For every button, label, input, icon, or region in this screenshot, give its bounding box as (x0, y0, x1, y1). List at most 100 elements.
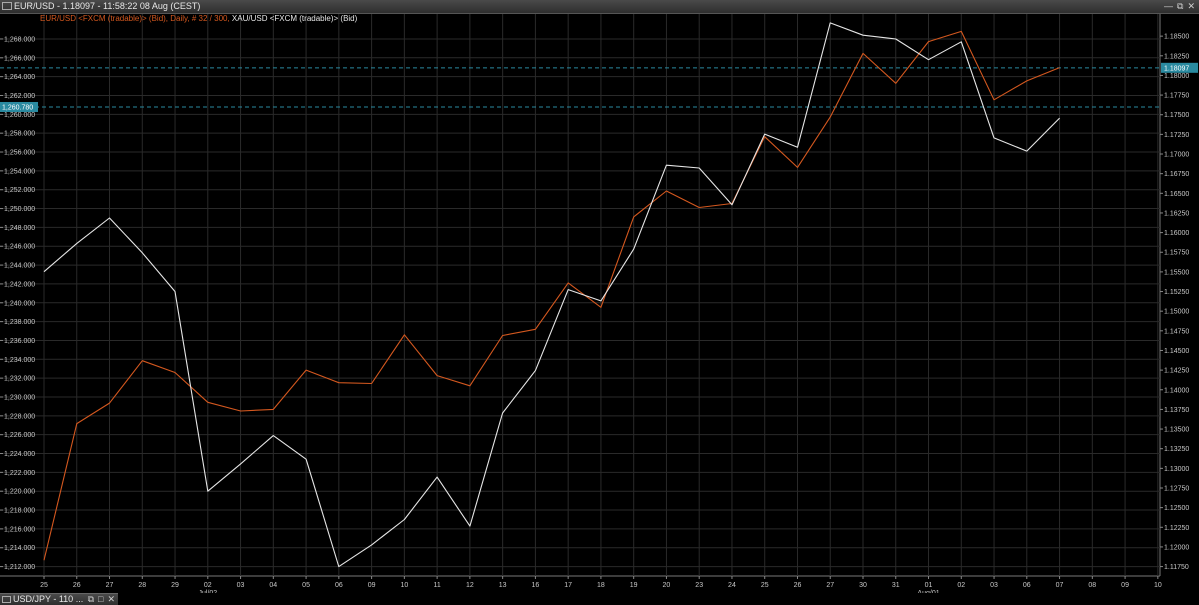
x-tick-label: 04 (269, 582, 277, 589)
left-tick-label: 1,214.000 (4, 545, 35, 552)
left-tick-label: 1,266.000 (4, 55, 35, 62)
x-tick-label: 28 (138, 582, 146, 589)
right-tick-label: 1.15250 (1164, 289, 1189, 296)
x-tick-label: 02 (957, 582, 965, 589)
legend: EUR/USD <FXCM (tradable)> (Bid), Daily, … (40, 14, 358, 23)
x-tick-label: 12 (466, 582, 474, 589)
x-tick-label: 19 (630, 582, 638, 589)
right-tick-label: 1.12250 (1164, 525, 1189, 532)
left-tick-label: 1,220.000 (4, 489, 35, 496)
left-tick-label: 1,234.000 (4, 357, 35, 364)
x-tick-label: 03 (237, 582, 245, 589)
right-tick-label: 1.18250 (1164, 53, 1189, 60)
left-axis: 1,212.000 1,214.000 1,216.000 1,218.000 1,22… (0, 36, 35, 571)
x-tick-label: 08 (1088, 582, 1096, 589)
minimize-button[interactable]: — (1164, 1, 1173, 11)
price-badges: 1.18097 1,260.780 (0, 62, 1198, 112)
left-tick-label: 1,262.000 (4, 93, 35, 100)
right-tick-label: 1.12000 (1164, 544, 1189, 551)
right-tick-label: 1.12750 (1164, 485, 1189, 492)
series-lines (43, 22, 1060, 568)
left-tick-label: 1,246.000 (4, 244, 35, 251)
right-tick-label: 1.14250 (1164, 368, 1189, 375)
right-tick-label: 1.12500 (1164, 505, 1189, 512)
left-tick-label: 1,226.000 (4, 432, 35, 439)
x-tick-label: 26 (794, 582, 802, 589)
right-tick-label: 1.15500 (1164, 269, 1189, 276)
right-tick-label: 1.15000 (1164, 309, 1189, 316)
legend-eurusd: EUR/USD <FXCM (tradable)> (Bid), Daily, … (40, 14, 232, 23)
x-tick-label: 03 (990, 582, 998, 589)
left-tick-label: 1,232.000 (4, 376, 35, 383)
close-button[interactable]: ✕ (1187, 1, 1195, 11)
left-tick-label: 1,230.000 (4, 394, 35, 401)
left-tick-label: 1,216.000 (4, 526, 35, 533)
x-tick-label: 10 (1154, 582, 1162, 589)
right-tick-label: 1.14750 (1164, 328, 1189, 335)
left-tick-label: 1,258.000 (4, 131, 35, 138)
x-tick-label: 31 (892, 582, 900, 589)
minimized-window-usdjpy[interactable]: USD/JPY - 110 ... ⧉ □ ✕ (0, 593, 118, 605)
x-month-label: Jul/02 (198, 590, 217, 593)
x-tick-label: 09 (368, 582, 376, 589)
series-line-eurusd (43, 30, 1060, 561)
left-tick-label: 1,218.000 (4, 508, 35, 515)
x-tick-label: 07 (1056, 582, 1064, 589)
right-tick-label: 1.14500 (1164, 348, 1189, 355)
price-guides (0, 67, 1160, 108)
legend-xauusd: XAU/USD <FXCM (tradable)> (Bid) (232, 14, 358, 23)
x-tick-label: 09 (1121, 582, 1129, 589)
left-tick-label: 1,254.000 (4, 168, 35, 175)
left-tick-label: 1,212.000 (4, 564, 35, 571)
window-controls: — ⧉ ✕ (1164, 1, 1195, 11)
right-tick-label: 1.16250 (1164, 210, 1189, 217)
left-tick-label: 1,224.000 (4, 451, 35, 458)
restore-button[interactable]: ⧉ (88, 594, 94, 604)
x-tick-label: 20 (663, 582, 671, 589)
left-tick-label: 1,252.000 (4, 187, 35, 194)
window-titlebar: EUR/USD - 1.18097 - 11:58:22 08 Aug (CES… (0, 0, 1199, 14)
right-tick-label: 1.17250 (1164, 132, 1189, 139)
minimized-window-title: USD/JPY - 110 ... (13, 594, 84, 604)
x-tick-label: 18 (597, 582, 605, 589)
current-price-label-right: 1.18097 (1164, 65, 1189, 72)
restore-button[interactable]: ⧉ (1177, 1, 1183, 11)
x-tick-label: 24 (728, 582, 736, 589)
left-tick-label: 1,244.000 (4, 263, 35, 270)
minimized-window-controls: ⧉ □ ✕ (88, 594, 115, 604)
x-tick-label: 13 (499, 582, 507, 589)
x-tick-label: 27 (106, 582, 114, 589)
x-tick-label: 10 (400, 582, 408, 589)
right-axis: 1.11750 1.12000 1.12250 1.12500 1.12750 1.130… (1160, 34, 1189, 571)
right-tick-label: 1.14000 (1164, 387, 1189, 394)
x-tick-label: 25 (761, 582, 769, 589)
right-tick-label: 1.15750 (1164, 250, 1189, 257)
right-tick-label: 1.13750 (1164, 407, 1189, 414)
x-tick-label: 05 (302, 582, 310, 589)
right-tick-label: 1.17750 (1164, 93, 1189, 100)
right-tick-label: 1.17000 (1164, 152, 1189, 159)
right-tick-label: 1.16500 (1164, 191, 1189, 198)
right-tick-label: 1.13250 (1164, 446, 1189, 453)
window-title: EUR/USD - 1.18097 - 11:58:22 08 Aug (CES… (14, 1, 201, 11)
x-tick-label: 11 (433, 582, 440, 589)
maximize-button[interactable]: □ (98, 594, 103, 604)
close-button[interactable]: ✕ (107, 594, 115, 604)
x-axis: 25 26 27 28 29 02 03 04 05 06 09 10 11 12 13 16 17 18 19 20… (40, 576, 1162, 593)
chart-window-icon (2, 2, 12, 10)
x-tick-label: 23 (695, 582, 703, 589)
left-tick-label: 1,236.000 (4, 338, 35, 345)
left-tick-label: 1,248.000 (4, 225, 35, 232)
right-tick-label: 1.11750 (1164, 564, 1189, 571)
right-tick-label: 1.16000 (1164, 230, 1189, 237)
left-tick-label: 1,228.000 (4, 413, 35, 420)
x-tick-label: 26 (73, 582, 81, 589)
x-tick-label: 06 (1023, 582, 1031, 589)
x-tick-label: 25 (40, 582, 48, 589)
right-tick-label: 1.13000 (1164, 466, 1189, 473)
left-tick-label: 1,242.000 (4, 281, 35, 288)
price-chart[interactable]: 1,212.000 1,214.000 1,216.000 1,218.000 1,22… (0, 14, 1199, 593)
x-month-label: Aug/01 (917, 590, 939, 593)
left-tick-label: 1,222.000 (4, 470, 35, 477)
x-tick-label: 06 (335, 582, 343, 589)
